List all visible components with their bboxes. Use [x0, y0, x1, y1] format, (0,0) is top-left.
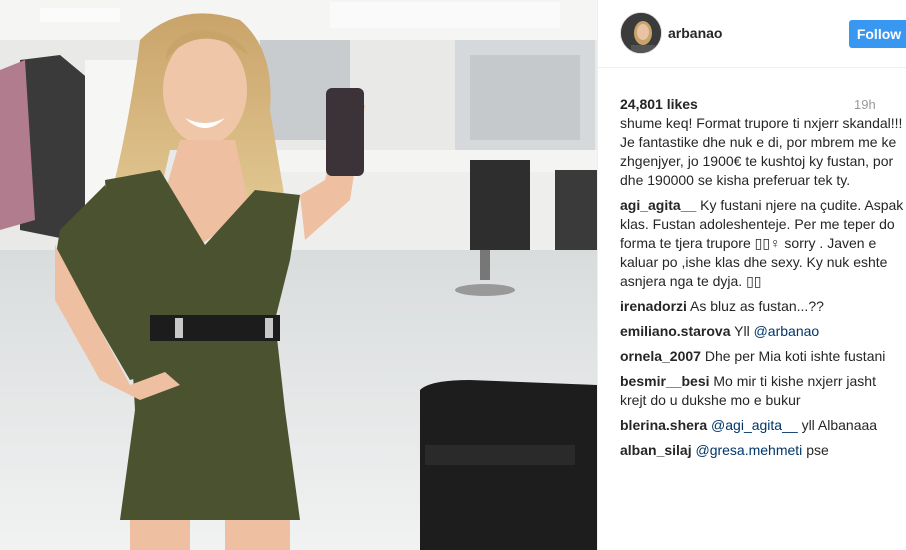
comment-item: blerina.shera @agi_agita__ yll Albanaaa [620, 416, 904, 435]
comment-item: alban_silaj @gresa.mehmeti pse [620, 441, 904, 460]
comment-text: pse [806, 442, 829, 458]
comment-item: agi_agita__ Ky fustani njere na çudite. … [620, 196, 904, 291]
comment-mention[interactable]: @gresa.mehmeti [695, 442, 802, 458]
comment-text: Yll [734, 323, 750, 339]
comment-username[interactable]: agi_agita__ [620, 197, 696, 213]
post-timestamp[interactable]: 19h [854, 97, 876, 112]
comment-text: As bluz as fustan...?? [690, 298, 824, 314]
comment-item: emiliano.starova Yll @arbanao [620, 322, 904, 341]
username-link[interactable]: arbanao [668, 25, 722, 41]
post-header: arbanao Follow [598, 0, 906, 68]
comment-username[interactable]: alban_silaj [620, 442, 692, 458]
comment-item: shume keq! Format trupore ti nxjerr skan… [620, 118, 904, 190]
comment-item: ornela_2007 Dhe per Mia koti ishte fusta… [620, 347, 904, 366]
comment-mention[interactable]: @arbanao [754, 323, 820, 339]
instagram-post: arbanao Follow 24,801 likes 19h shume ke… [0, 0, 906, 550]
comment-item: irenadorzi As bluz as fustan...?? [620, 297, 904, 316]
comment-username[interactable]: besmir__besi [620, 373, 710, 389]
comment-text: shume keq! Format trupore ti nxjerr skan… [620, 118, 903, 188]
comment-username[interactable]: emiliano.starova [620, 323, 731, 339]
comment-item: besmir__besi Mo mir ti kishe nxjerr jash… [620, 372, 904, 410]
comment-mention[interactable]: @agi_agita__ [711, 417, 798, 433]
comment-text: Dhe per Mia koti ishte fustani [704, 348, 886, 364]
post-side-panel: arbanao Follow 24,801 likes 19h shume ke… [597, 0, 906, 550]
follow-button[interactable]: Follow [849, 20, 906, 48]
comment-username[interactable]: irenadorzi [620, 298, 687, 314]
comment-username[interactable]: ornela_2007 [620, 348, 701, 364]
likes-count[interactable]: 24,801 likes [620, 96, 698, 112]
profile-avatar[interactable] [620, 12, 662, 54]
post-photo[interactable] [0, 0, 597, 550]
comments-list[interactable]: shume keq! Format trupore ti nxjerr skan… [620, 118, 904, 550]
comment-text: yll Albanaaa [801, 417, 878, 433]
comment-username[interactable]: blerina.shera [620, 417, 707, 433]
